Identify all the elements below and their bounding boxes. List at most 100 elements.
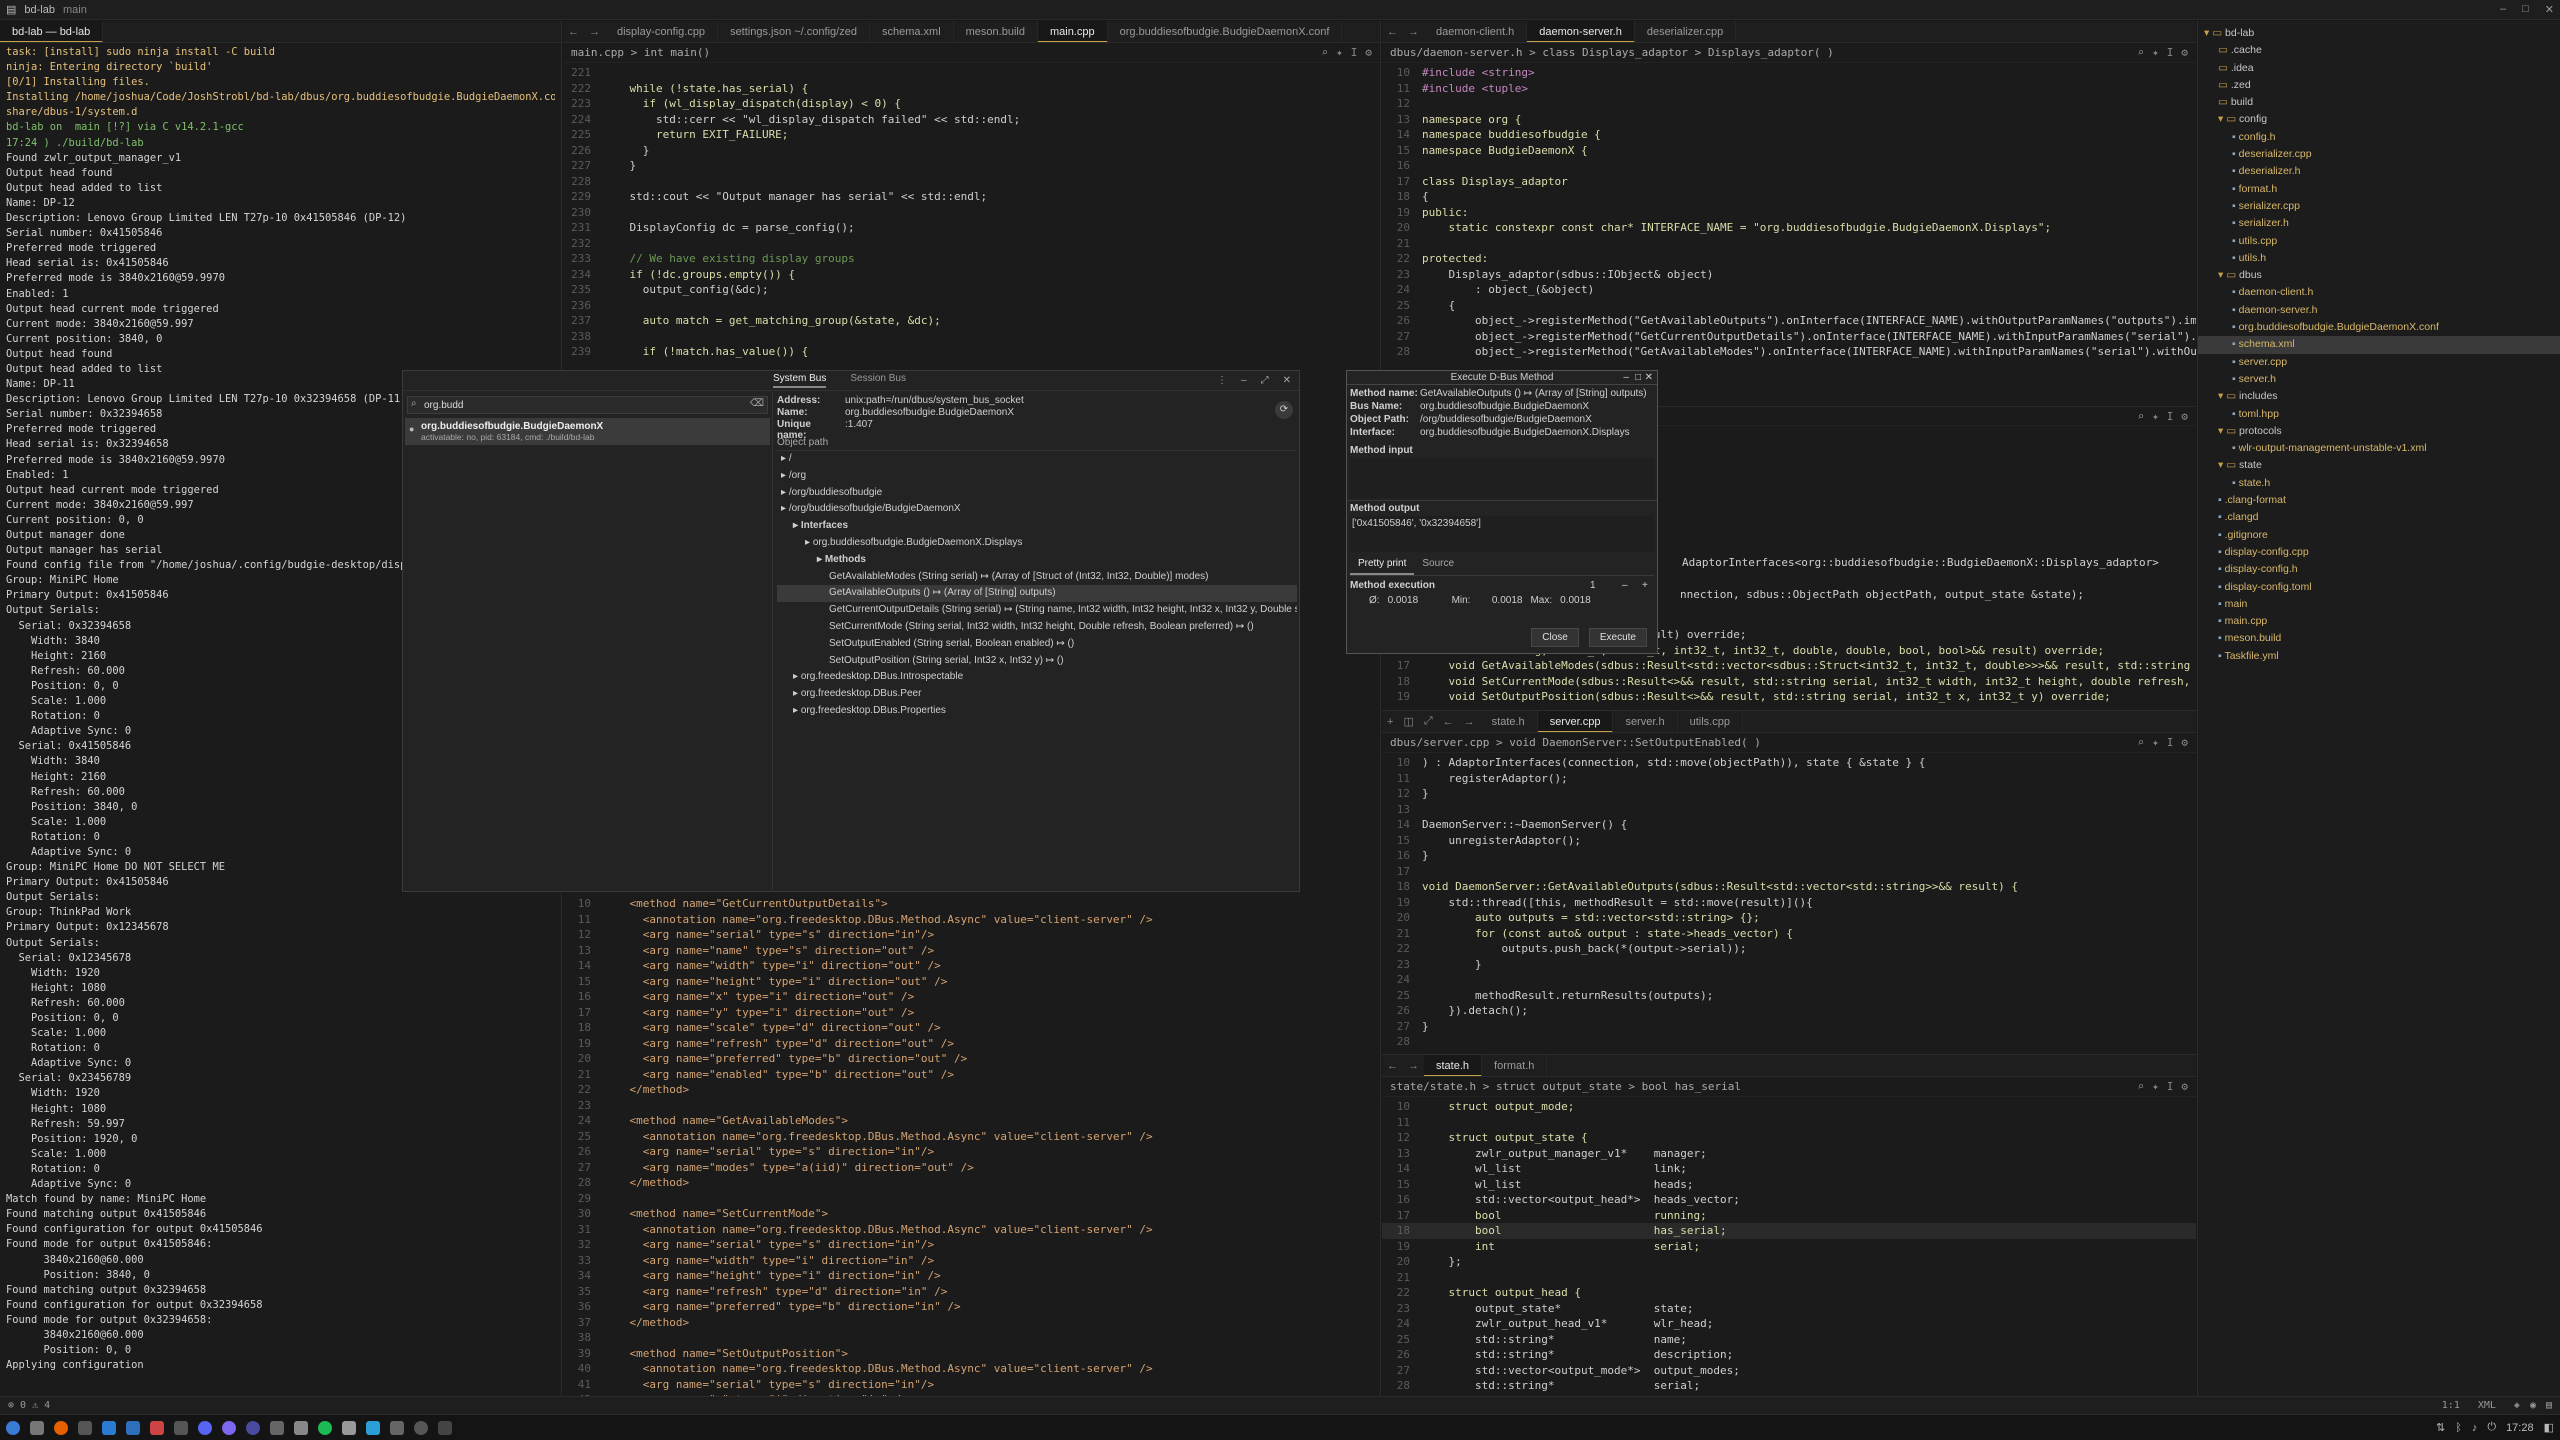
browser-icon[interactable] xyxy=(222,1420,236,1435)
editor-tab[interactable]: server.h xyxy=(1613,711,1678,732)
expander-icon[interactable]: ▸ xyxy=(781,470,789,481)
project-tree-item[interactable]: ▪ utils.h xyxy=(2198,250,2560,267)
project-tree-item[interactable]: ▾ ▭ includes xyxy=(2198,388,2560,405)
editor-tab[interactable]: main.cpp xyxy=(1037,21,1108,42)
editor-tab[interactable]: daemon-server.h xyxy=(1527,21,1635,42)
app-icon[interactable] xyxy=(270,1420,284,1435)
settings-icon[interactable]: ⚙ xyxy=(2181,736,2188,749)
project-tree-item[interactable]: ▪ Taskfile.yml xyxy=(2198,648,2560,665)
search-icon[interactable]: ⌕ xyxy=(2138,410,2145,423)
menu-icon[interactable]: ⋮ xyxy=(1217,375,1227,386)
code-view-main[interactable]: 221 222 while (!state.has_serial) {223 if… xyxy=(563,63,1380,362)
git-icon[interactable] xyxy=(150,1420,164,1435)
project-tree-item[interactable]: ▪ serializer.h xyxy=(2198,215,2560,232)
settings-icon[interactable]: ⚙ xyxy=(2181,46,2188,59)
language-mode[interactable]: XML xyxy=(2478,1400,2496,1411)
window-icon[interactable] xyxy=(438,1420,452,1435)
volume-icon[interactable]: ♪ xyxy=(2472,1422,2478,1434)
settings-icon[interactable]: ⚙ xyxy=(2181,1080,2188,1093)
object-tree-item[interactable]: SetCurrentMode (String serial, Int32 wid… xyxy=(777,619,1297,636)
project-tree-item[interactable]: ▪ .gitignore xyxy=(2198,527,2560,544)
method-input-field[interactable] xyxy=(1350,458,1654,498)
project-tree-item[interactable]: ▭ build xyxy=(2198,94,2560,111)
project-tree-item[interactable]: ▭ .cache xyxy=(2198,42,2560,59)
object-tree-item[interactable]: ▸ /org/buddiesofbudgie xyxy=(777,485,1297,502)
minimize-icon[interactable]: – xyxy=(1623,371,1629,385)
object-tree-item[interactable]: ▸ /org/buddiesofbudgie/BudgieDaemonX xyxy=(777,501,1297,518)
object-tree-item[interactable]: ▸ org.freedesktop.DBus.Introspectable xyxy=(777,669,1297,686)
close-icon[interactable]: ✕ xyxy=(2545,3,2554,16)
panel-icon[interactable]: ▤ xyxy=(2546,1400,2552,1411)
project-tree-item[interactable]: ▪ meson.build xyxy=(2198,630,2560,647)
expander-icon[interactable]: ▸ xyxy=(793,520,801,531)
calendar-icon[interactable] xyxy=(342,1420,356,1435)
editor-tab[interactable]: daemon-client.h xyxy=(1424,21,1528,42)
method-output-value[interactable]: ['0x41505846', '0x32394658'] xyxy=(1350,516,1654,552)
zoom-icon[interactable]: ⤢ xyxy=(1419,715,1438,728)
project-tree-item[interactable]: ▭ .zed xyxy=(2198,77,2560,94)
minimize-icon[interactable]: – xyxy=(2500,3,2506,16)
project-tree-item[interactable]: ▪ display-config.toml xyxy=(2198,579,2560,596)
project-tree-item[interactable]: ▪ deserializer.cpp xyxy=(2198,146,2560,163)
project-tree-item[interactable]: ▪ daemon-client.h xyxy=(2198,284,2560,301)
back-icon[interactable]: ← xyxy=(1438,716,1459,728)
object-tree-item[interactable]: SetOutputEnabled (String serial, Boolean… xyxy=(777,636,1297,653)
refresh-icon[interactable]: ⟳ xyxy=(1275,401,1293,419)
maximize-icon[interactable]: □ xyxy=(2522,3,2529,16)
expander-icon[interactable]: ▸ xyxy=(781,503,789,514)
project-tree-item[interactable]: ▪ .clangd xyxy=(2198,509,2560,526)
project-tree-item[interactable]: ▪ display-config.h xyxy=(2198,561,2560,578)
assist-icon[interactable]: ✦ xyxy=(1336,46,1343,59)
project-tree-item[interactable]: ▾ ▭ dbus xyxy=(2198,267,2560,284)
editor-tab[interactable]: state.h xyxy=(1424,1055,1483,1076)
back-icon[interactable]: ← xyxy=(1382,26,1403,38)
project-tree-item[interactable]: ▪ config.h xyxy=(2198,129,2560,146)
search-icon[interactable]: ⌕ xyxy=(2138,46,2145,59)
assist-icon[interactable]: ✦ xyxy=(2152,410,2159,423)
discord-icon[interactable] xyxy=(198,1420,212,1435)
code-view-daemon-server[interactable]: 10 #include <string> 11 #include <tuple> 12 1… xyxy=(1382,63,2196,362)
editor-icon[interactable] xyxy=(174,1420,188,1435)
object-tree-item[interactable]: SetOutputPosition (String serial, Int32 … xyxy=(777,653,1297,670)
project-tree-item[interactable]: ▪ server.h xyxy=(2198,371,2560,388)
project-tree-item[interactable]: ▪ state.h xyxy=(2198,475,2560,492)
project-tree-item[interactable]: ▪ serializer.cpp xyxy=(2198,198,2560,215)
bus-result-item[interactable]: ● org.buddiesofbudgie.BudgieDaemonX acti… xyxy=(405,418,770,445)
expander-icon[interactable]: ▸ xyxy=(781,453,789,464)
assist-icon[interactable]: ✦ xyxy=(2152,46,2159,59)
terminal-icon[interactable] xyxy=(78,1420,92,1435)
project-tree-item[interactable]: ▭ .idea xyxy=(2198,60,2560,77)
editor-tab[interactable]: settings.json ~/.config/zed xyxy=(718,21,870,42)
object-tree-item[interactable]: ▸ org.freedesktop.DBus.Peer xyxy=(777,686,1297,703)
object-tree-item[interactable]: GetCurrentOutputDetails (String serial) … xyxy=(777,602,1297,619)
code-view-schema[interactable]: 10 <method name="GetCurrentOutputDetails… xyxy=(563,894,1380,1396)
search-icon[interactable] xyxy=(414,1420,428,1435)
screenshot-icon[interactable] xyxy=(390,1420,404,1435)
object-tree-item[interactable]: ▸ Interfaces xyxy=(777,518,1297,535)
expander-icon[interactable]: ▸ xyxy=(793,688,801,699)
settings-icon[interactable]: ⚙ xyxy=(1365,46,1372,59)
breadcrumb-text[interactable]: main.cpp > int main() xyxy=(571,46,710,59)
forward-icon[interactable]: → xyxy=(584,26,605,38)
project-tree-item[interactable]: ▪ toml.hpp xyxy=(2198,406,2560,423)
editor-tab[interactable]: display-config.cpp xyxy=(605,21,719,42)
menu-launcher-icon[interactable] xyxy=(6,1420,20,1435)
maximize-icon[interactable]: □ xyxy=(1635,371,1641,385)
close-icon[interactable]: ✕ xyxy=(1283,375,1291,386)
project-tree-item[interactable]: ▪ .clang-format xyxy=(2198,492,2560,509)
bluetooth-icon[interactable]: ᛒ xyxy=(2455,1422,2462,1434)
exec-count[interactable]: 1 xyxy=(1590,580,1596,591)
project-tree-item[interactable]: ▾ ▭ config xyxy=(2198,111,2560,128)
editor-tab[interactable]: meson.build xyxy=(954,21,1038,42)
object-tree-item[interactable]: ▸ org.freedesktop.DBus.Properties xyxy=(777,703,1297,720)
close-icon[interactable]: ✕ xyxy=(1645,371,1653,385)
editor-tab[interactable]: state.h xyxy=(1480,711,1538,732)
breadcrumb-text[interactable]: state/state.h > struct output_state > bo… xyxy=(1390,1080,1741,1093)
branch-name[interactable]: main xyxy=(63,4,87,16)
media-icon[interactable] xyxy=(246,1420,260,1435)
editor-tab[interactable]: schema.xml xyxy=(870,21,954,42)
project-tree-item[interactable]: ▪ deserializer.h xyxy=(2198,163,2560,180)
cursor-icon[interactable]: I xyxy=(2167,1080,2174,1093)
project-tree-item[interactable]: ▾ ▭ protocols xyxy=(2198,423,2560,440)
object-tree-item[interactable]: ▸ /org xyxy=(777,468,1297,485)
